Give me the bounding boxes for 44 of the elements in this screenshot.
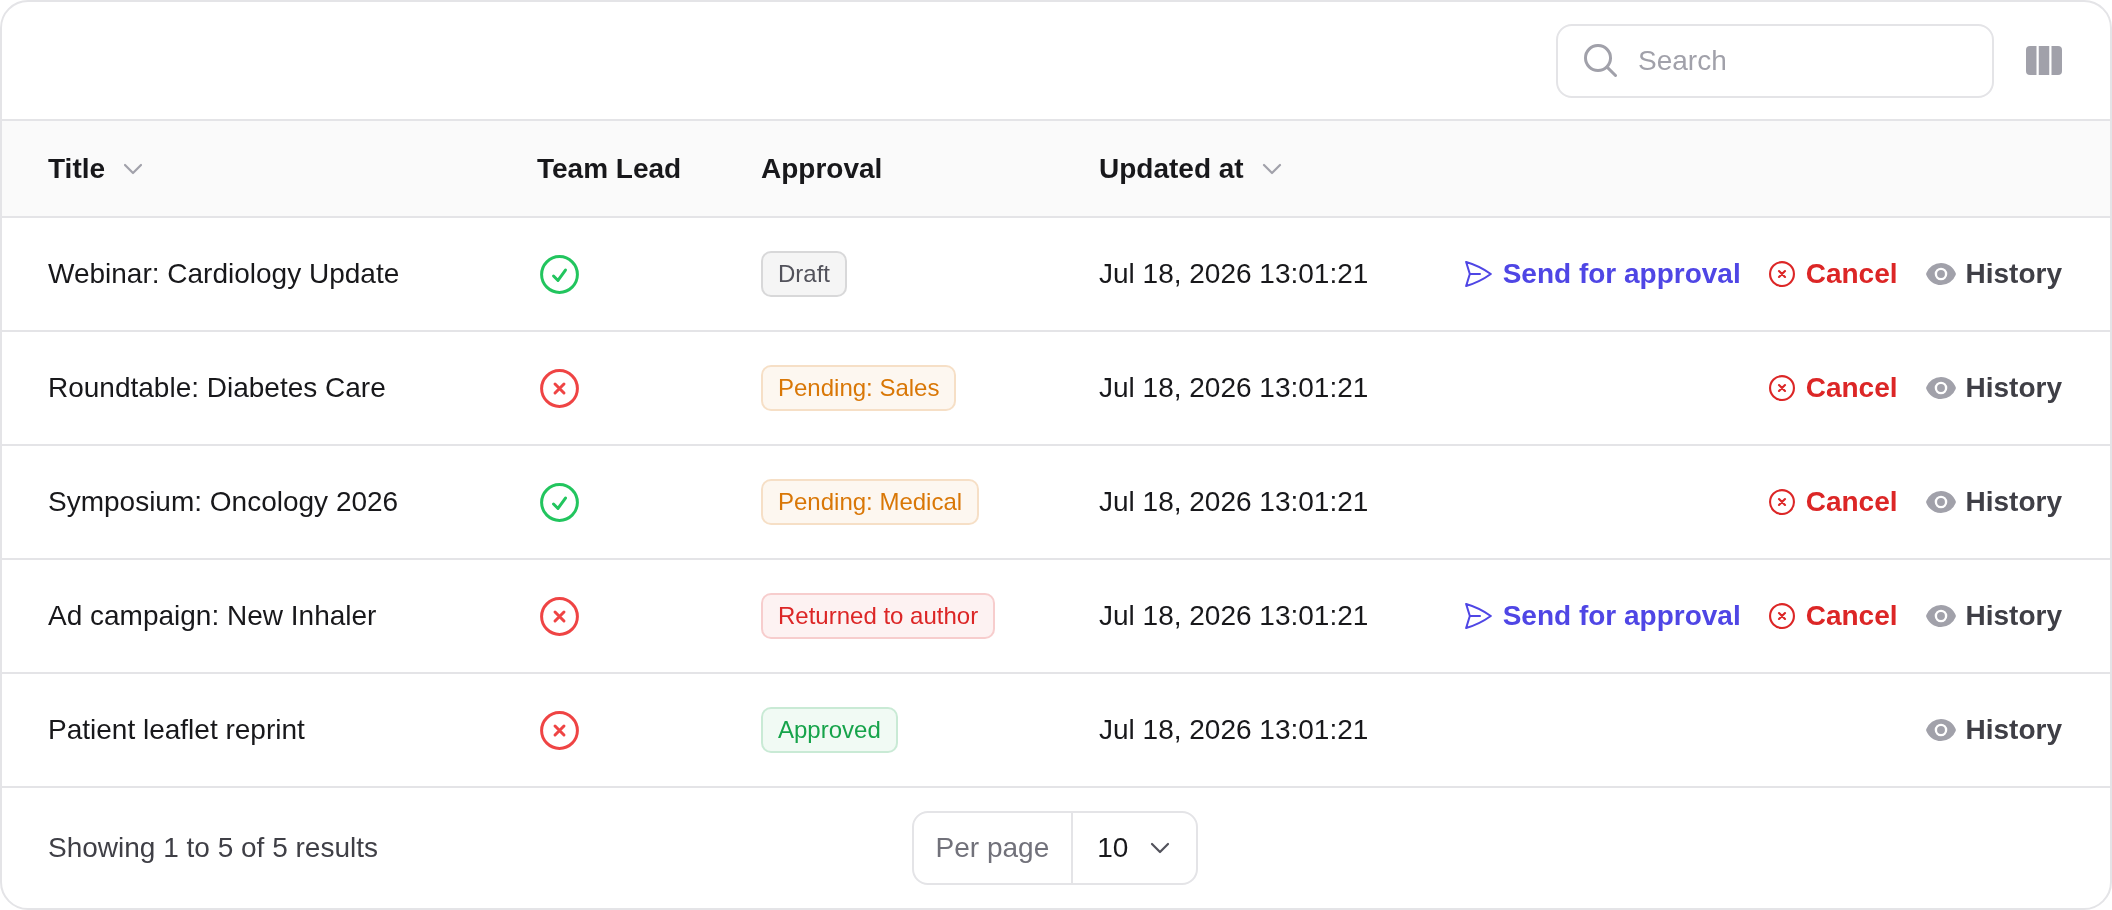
table-cell-text: Jul 18, 2026 13:01:21 <box>1099 257 1369 291</box>
history-button[interactable]: History <box>1925 253 2062 295</box>
paper-plane-icon <box>1464 603 1492 629</box>
per-page-select[interactable]: 10 <box>1073 813 1197 883</box>
cancel-button[interactable]: Cancel <box>1768 481 1898 523</box>
column-header[interactable]: Updated at <box>1099 147 1282 190</box>
table-cell-text: Jul 18, 2026 13:01:21 <box>1099 485 1369 519</box>
paper-plane-icon <box>1464 261 1492 287</box>
chevron-down-icon <box>1150 842 1171 854</box>
history-button[interactable]: History <box>1925 595 2062 637</box>
history-button[interactable]: History <box>1925 709 2062 751</box>
table-cell-text: Jul 18, 2026 13:01:21 <box>1099 371 1369 405</box>
eye-icon <box>1925 605 1956 627</box>
table-cell-text: Ad campaign: New Inhaler <box>48 599 377 633</box>
eye-icon <box>1925 491 1956 513</box>
table-cell-text: Symposium: Oncology 2026 <box>48 485 399 519</box>
table-cell-text: Patient leaflet reprint <box>48 713 305 747</box>
status-badge: Pending: Medical <box>761 479 980 525</box>
send-button[interactable]: Send for approval <box>1464 253 1741 295</box>
search-field[interactable]: Search <box>1556 23 1994 98</box>
column-header: Team Lead <box>537 151 682 186</box>
cancel-button[interactable]: Cancel <box>1768 367 1898 409</box>
status-badge: Pending: Sales <box>761 365 957 411</box>
send-button[interactable]: Send for approval <box>1464 595 1741 637</box>
eye-icon <box>1925 377 1956 399</box>
per-page-label: Per page <box>913 813 1074 883</box>
cancel-button[interactable]: Cancel <box>1768 253 1898 295</box>
status-badge: Returned to author <box>761 593 996 639</box>
table-cell-text: Jul 18, 2026 13:01:21 <box>1099 599 1369 633</box>
eye-icon <box>1925 719 1956 741</box>
history-button[interactable]: History <box>1925 481 2062 523</box>
status-badge: Approved <box>761 707 898 753</box>
history-button[interactable]: History <box>1925 367 2062 409</box>
cancel-button[interactable]: Cancel <box>1768 595 1898 637</box>
table-cell-text: Jul 18, 2026 13:01:21 <box>1099 713 1369 747</box>
columns-icon[interactable] <box>2026 46 2062 75</box>
eye-icon <box>1925 263 1956 285</box>
status-badge: Draft <box>761 251 847 297</box>
column-header[interactable]: Title <box>48 147 144 190</box>
results-summary: Showing 1 to 5 of 5 results <box>48 831 378 865</box>
column-header: Approval <box>761 151 883 186</box>
table-cell-text: Webinar: Cardiology Update <box>48 257 400 291</box>
table-cell-text: Roundtable: Diabetes Care <box>48 371 386 405</box>
search-icon <box>1584 43 1617 77</box>
